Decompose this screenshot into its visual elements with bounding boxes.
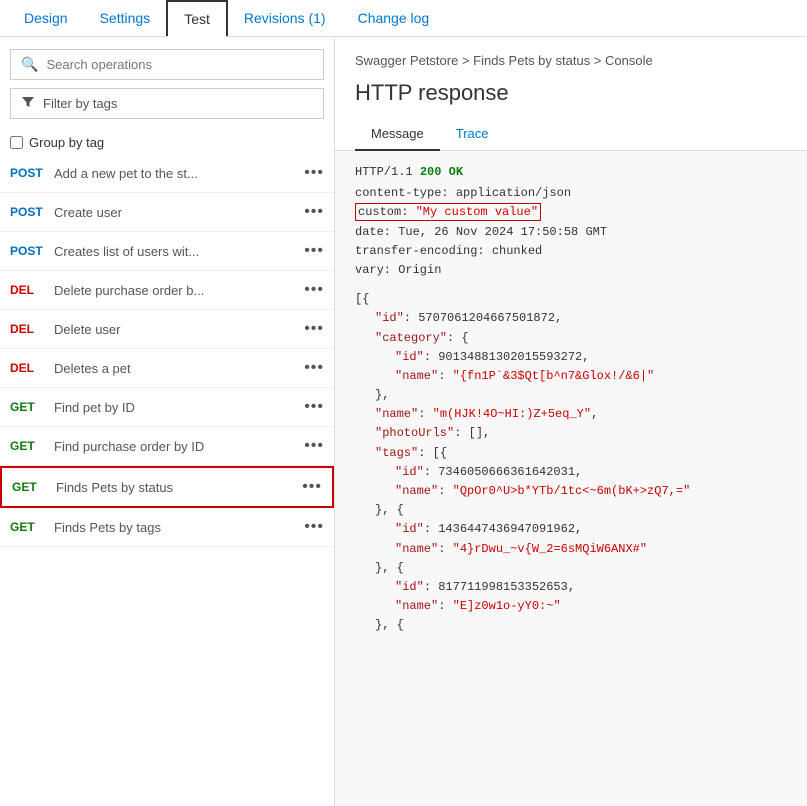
sub-tabs: Message Trace <box>335 118 807 151</box>
json-response-body: [{ "id": 5707061204667501872, "category"… <box>355 290 787 635</box>
op-dots-6[interactable]: ••• <box>304 359 324 377</box>
op-dots-8[interactable]: ••• <box>304 437 324 455</box>
custom-header-value: "My custom value" <box>416 205 538 219</box>
json-line-tag1-name: "name": "QpOr0^U>b*YTb/1tc<~6m(bK+>zQ7,=… <box>395 482 787 501</box>
operations-list: POST Add a new pet to the st... ••• POST… <box>0 154 334 806</box>
op-dots-3[interactable]: ••• <box>304 242 324 260</box>
tab-test[interactable]: Test <box>166 0 228 36</box>
json-line-cat-id: "id": 90134881302015593272, <box>395 348 787 367</box>
op-dots-1[interactable]: ••• <box>304 164 324 182</box>
method-badge-get-1: GET <box>10 400 46 414</box>
sub-tab-message[interactable]: Message <box>355 118 440 151</box>
op-name-create-user: Create user <box>54 205 296 220</box>
search-box-container: 🔍 <box>10 49 324 80</box>
sub-tab-trace[interactable]: Trace <box>440 118 505 151</box>
op-dots-4[interactable]: ••• <box>304 281 324 299</box>
main-layout: 🔍 Filter by tags Group by tag POST Add a… <box>0 37 807 806</box>
search-input[interactable] <box>46 57 313 72</box>
search-icon: 🔍 <box>21 56 38 73</box>
json-line-tag2-close: }, { <box>375 559 787 578</box>
json-line-tag1-id: "id": 7346050666361642031, <box>395 463 787 482</box>
method-badge-post-2: POST <box>10 205 46 219</box>
op-item-del-pet[interactable]: DEL Deletes a pet ••• <box>0 349 334 388</box>
json-line-1: [{ <box>355 290 787 309</box>
json-line-tag3-name: "name": "E]z0w1o-yY0:~" <box>395 597 787 616</box>
op-item-add-pet[interactable]: POST Add a new pet to the st... ••• <box>0 154 334 193</box>
method-badge-del-3: DEL <box>10 361 46 375</box>
op-name-find-pet-id: Find pet by ID <box>54 400 296 415</box>
op-name-del-pet: Deletes a pet <box>54 361 296 376</box>
header-vary: vary: Origin <box>355 261 787 280</box>
method-badge-del-2: DEL <box>10 322 46 336</box>
header-custom: custom: "My custom value" <box>355 203 787 222</box>
method-badge-post-3: POST <box>10 244 46 258</box>
header-tabs: Design Settings Test Revisions (1) Chang… <box>0 0 807 37</box>
op-name-finds-pets-tags: Finds Pets by tags <box>54 520 296 535</box>
op-name-add-pet: Add a new pet to the st... <box>54 166 296 181</box>
op-dots-2[interactable]: ••• <box>304 203 324 221</box>
group-by-checkbox[interactable] <box>10 136 23 149</box>
json-line-category-close: }, <box>375 386 787 405</box>
json-line-photo-urls: "photoUrls": [], <box>375 424 787 443</box>
json-line-name: "name": "m(HJK!4O~HI:)Z+5eq_Y", <box>375 405 787 424</box>
filter-box[interactable]: Filter by tags <box>10 88 324 119</box>
header-content-type: content-type: application/json <box>355 184 787 203</box>
group-by-row: Group by tag <box>0 125 334 154</box>
response-content-area: HTTP/1.1 200 OK content-type: applicatio… <box>335 151 807 806</box>
method-badge-get-4: GET <box>10 520 46 534</box>
tab-design[interactable]: Design <box>8 0 84 36</box>
method-badge-get-2: GET <box>10 439 46 453</box>
op-item-create-users-list[interactable]: POST Creates list of users wit... ••• <box>0 232 334 271</box>
response-title: HTTP response <box>335 76 807 118</box>
custom-header-label: custom: <box>358 205 416 219</box>
method-badge-del-1: DEL <box>10 283 46 297</box>
search-area: 🔍 Filter by tags <box>0 37 334 125</box>
json-line-tag3-close: }, { <box>375 616 787 635</box>
json-line-tag3-id: "id": 817711998153352653, <box>395 578 787 597</box>
http-status-line: HTTP/1.1 200 OK <box>355 163 787 182</box>
status-code: 200 OK <box>420 165 463 179</box>
op-dots-5[interactable]: ••• <box>304 320 324 338</box>
op-item-finds-pets-tags[interactable]: GET Finds Pets by tags ••• <box>0 508 334 547</box>
method-badge-post-1: POST <box>10 166 46 180</box>
method-badge-get-3: GET <box>12 480 48 494</box>
op-name-find-order-id: Find purchase order by ID <box>54 439 296 454</box>
op-dots-10[interactable]: ••• <box>304 518 324 536</box>
tab-changelog[interactable]: Change log <box>342 0 446 36</box>
right-panel: Swagger Petstore > Finds Pets by status … <box>335 37 807 806</box>
breadcrumb: Swagger Petstore > Finds Pets by status … <box>335 37 807 76</box>
op-dots-7[interactable]: ••• <box>304 398 324 416</box>
json-line-category-open: "category": { <box>375 329 787 348</box>
op-item-del-order[interactable]: DEL Delete purchase order b... ••• <box>0 271 334 310</box>
op-item-finds-pets-status[interactable]: GET Finds Pets by status ••• <box>0 466 334 508</box>
custom-header-bordered: custom: "My custom value" <box>355 203 541 221</box>
op-item-find-pet-id[interactable]: GET Find pet by ID ••• <box>0 388 334 427</box>
op-name-del-user: Delete user <box>54 322 296 337</box>
tab-settings[interactable]: Settings <box>84 0 167 36</box>
http-prefix: HTTP/1.1 <box>355 165 420 179</box>
filter-label: Filter by tags <box>43 96 117 111</box>
op-item-create-user[interactable]: POST Create user ••• <box>0 193 334 232</box>
op-name-finds-pets-status: Finds Pets by status <box>56 480 294 495</box>
op-item-del-user[interactable]: DEL Delete user ••• <box>0 310 334 349</box>
filter-icon <box>21 95 35 112</box>
header-transfer-encoding: transfer-encoding: chunked <box>355 242 787 261</box>
op-item-find-order-id[interactable]: GET Find purchase order by ID ••• <box>0 427 334 466</box>
json-line-tags-open: "tags": [{ <box>375 444 787 463</box>
op-dots-9[interactable]: ••• <box>302 478 322 496</box>
json-line-tag2-name: "name": "4}rDwu_~v{W_2=6sMQiW6ANX#" <box>395 540 787 559</box>
header-date: date: Tue, 26 Nov 2024 17:50:58 GMT <box>355 223 787 242</box>
op-name-del-order: Delete purchase order b... <box>54 283 296 298</box>
left-panel: 🔍 Filter by tags Group by tag POST Add a… <box>0 37 335 806</box>
json-line-cat-name: "name": "{fn1P`&3$Qt[b^n7&Glox!/&6|" <box>395 367 787 386</box>
tab-revisions[interactable]: Revisions (1) <box>228 0 342 36</box>
json-line-id1: "id": 5707061204667501872, <box>375 309 787 328</box>
json-line-tag2-id: "id": 1436447436947091962, <box>395 520 787 539</box>
json-line-tag1-close: }, { <box>375 501 787 520</box>
op-name-creates-list: Creates list of users wit... <box>54 244 296 259</box>
group-by-label: Group by tag <box>29 135 104 150</box>
